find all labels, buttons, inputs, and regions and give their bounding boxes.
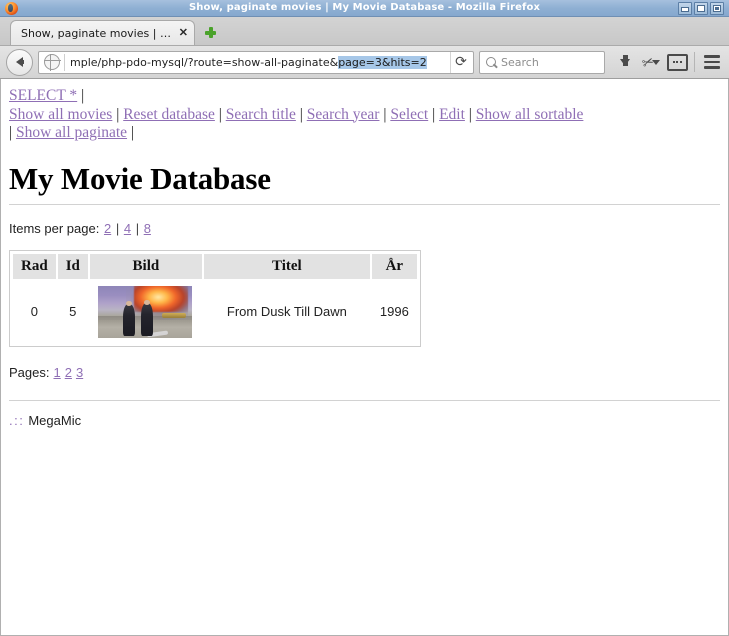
navigation-toolbar: mple/php-pdo-mysql/?route=show-all-pagin… bbox=[0, 46, 729, 79]
nav-link-select-star[interactable]: SELECT * bbox=[9, 87, 77, 104]
web-page: SELECT * | Show all movies | Reset datab… bbox=[1, 79, 728, 428]
browser-window: Show, paginate movies | My Movie Databas… bbox=[0, 0, 729, 636]
movie-thumbnail-image bbox=[97, 285, 192, 338]
new-tab-button[interactable] bbox=[199, 20, 221, 45]
tab-strip: Show, paginate movies | My... ✕ bbox=[0, 17, 729, 46]
nav-link-select[interactable]: Select bbox=[390, 106, 428, 123]
movies-table-container: Rad Id Bild Titel År 0 5 From Dusk Till … bbox=[9, 249, 421, 347]
footer-dots-icon: .:: bbox=[9, 412, 25, 428]
pagination-page-1[interactable]: 1 bbox=[53, 365, 60, 380]
nav-line-1: SELECT * | bbox=[9, 87, 720, 106]
car-shape bbox=[161, 312, 187, 319]
reader-icon bbox=[666, 53, 688, 71]
nav-separator: | bbox=[130, 124, 135, 141]
items-per-page-label: Items per page: bbox=[9, 220, 100, 236]
search-icon bbox=[486, 57, 496, 67]
footer-text: MegaMic bbox=[28, 412, 82, 428]
title-bar: Show, paginate movies | My Movie Databas… bbox=[0, 0, 729, 17]
cell-bild bbox=[90, 281, 202, 343]
minimize-button[interactable] bbox=[678, 1, 692, 15]
tab-close-icon[interactable]: ✕ bbox=[179, 27, 188, 39]
pagination: Pages: 1 2 3 bbox=[9, 365, 720, 380]
table-row: 0 5 From Dusk Till Dawn 1996 bbox=[13, 281, 417, 343]
nav-separator: | bbox=[468, 105, 472, 123]
url-divider bbox=[64, 53, 65, 71]
table-head: Rad Id Bild Titel År bbox=[13, 253, 417, 279]
column-header-id: Id bbox=[57, 253, 88, 279]
page-viewport: SELECT * | Show all movies | Reset datab… bbox=[0, 79, 729, 636]
search-input[interactable]: Search bbox=[501, 56, 539, 69]
download-arrow-icon bbox=[620, 54, 630, 66]
nav-separator: | bbox=[81, 87, 85, 104]
url-bar[interactable]: mple/php-pdo-mysql/?route=show-all-pagin… bbox=[38, 50, 474, 74]
menu-button[interactable] bbox=[701, 50, 723, 74]
footer-divider bbox=[9, 399, 720, 401]
nav-link-edit[interactable]: Edit bbox=[439, 106, 465, 123]
hamburger-icon bbox=[704, 55, 720, 69]
nav-link-show-all-sortable[interactable]: Show all sortable bbox=[476, 106, 584, 123]
reload-button[interactable]: ⟳ bbox=[450, 51, 471, 73]
column-header-rad: Rad bbox=[13, 253, 56, 279]
column-header-titel: Titel bbox=[203, 253, 370, 279]
nav-separator: | bbox=[432, 105, 436, 123]
nav-line-2: Show all movies | Reset database | Searc… bbox=[9, 106, 720, 125]
pagination-label: Pages: bbox=[9, 364, 50, 380]
url-input[interactable]: mple/php-pdo-mysql/?route=show-all-pagin… bbox=[70, 55, 450, 69]
cell-ar: 1996 bbox=[379, 304, 409, 319]
window-controls bbox=[678, 1, 727, 15]
items-per-page-separator: | bbox=[135, 220, 140, 236]
items-per-page-option-8[interactable]: 8 bbox=[144, 221, 151, 236]
search-bar[interactable]: Search bbox=[479, 50, 605, 74]
pagination-page-3[interactable]: 3 bbox=[76, 365, 83, 380]
site-navigation: SELECT * | Show all movies | Reset datab… bbox=[9, 87, 720, 143]
figure-right bbox=[141, 299, 154, 337]
clip-icon: ✂ bbox=[639, 52, 657, 72]
pagination-page-2[interactable]: 2 bbox=[65, 365, 72, 380]
globe-icon bbox=[43, 53, 61, 71]
items-per-page-separator: | bbox=[115, 220, 120, 236]
table-body: 0 5 From Dusk Till Dawn 1996 bbox=[13, 281, 417, 343]
close-button[interactable] bbox=[710, 1, 724, 15]
figure-left bbox=[123, 300, 136, 337]
downloads-button[interactable] bbox=[614, 50, 636, 74]
page-footer: .:: MegaMic bbox=[9, 413, 720, 428]
nav-separator: | bbox=[9, 124, 13, 141]
reload-icon: ⟳ bbox=[455, 54, 467, 70]
nav-link-search-year[interactable]: Search year bbox=[307, 106, 380, 123]
nav-separator: | bbox=[299, 105, 303, 123]
movies-table: Rad Id Bild Titel År 0 5 From Dusk Till … bbox=[11, 251, 419, 345]
url-text-prefix: mple/php-pdo-mysql/?route=show-all-pagin… bbox=[70, 55, 339, 69]
column-header-bild: Bild bbox=[89, 253, 202, 279]
nav-separator: | bbox=[383, 105, 387, 123]
items-per-page-option-4[interactable]: 4 bbox=[124, 221, 131, 236]
tab-label: Show, paginate movies | My... bbox=[21, 26, 173, 40]
tab-show-paginate-movies[interactable]: Show, paginate movies | My... ✕ bbox=[10, 20, 195, 45]
items-per-page-option-2[interactable]: 2 bbox=[104, 221, 111, 236]
column-header-ar: År bbox=[371, 253, 417, 279]
reader-view-button[interactable] bbox=[666, 50, 688, 74]
back-button[interactable] bbox=[6, 48, 33, 76]
cell-rad: 0 bbox=[30, 304, 38, 319]
plus-icon bbox=[204, 27, 216, 38]
nav-link-search-title[interactable]: Search title bbox=[226, 106, 296, 123]
nav-separator: | bbox=[116, 105, 120, 123]
firefox-logo-icon bbox=[5, 1, 18, 15]
nav-line-3: | Show all paginate | bbox=[9, 124, 720, 143]
arrow-left-icon bbox=[16, 57, 24, 67]
toolbar-icons: ✂ bbox=[614, 50, 723, 74]
nav-link-show-all-paginate[interactable]: Show all paginate bbox=[16, 124, 127, 141]
nav-separator: | bbox=[218, 105, 222, 123]
maximize-button[interactable] bbox=[694, 1, 708, 15]
toolbar-divider bbox=[694, 52, 695, 72]
page-title: My Movie Database bbox=[9, 161, 720, 205]
window-title: Show, paginate movies | My Movie Databas… bbox=[188, 2, 541, 13]
items-per-page: Items per page: 2 | 4 | 8 bbox=[9, 221, 720, 236]
cell-id: 5 bbox=[69, 304, 77, 319]
cell-titel: From Dusk Till Dawn bbox=[226, 304, 347, 319]
clip-tool-button[interactable]: ✂ bbox=[640, 50, 662, 74]
nav-link-show-all-movies[interactable]: Show all movies bbox=[9, 106, 112, 123]
nav-link-reset-database[interactable]: Reset database bbox=[123, 106, 215, 123]
url-text-selected: page=3&hits=2 bbox=[338, 55, 427, 69]
table-header-row: Rad Id Bild Titel År bbox=[13, 253, 417, 279]
